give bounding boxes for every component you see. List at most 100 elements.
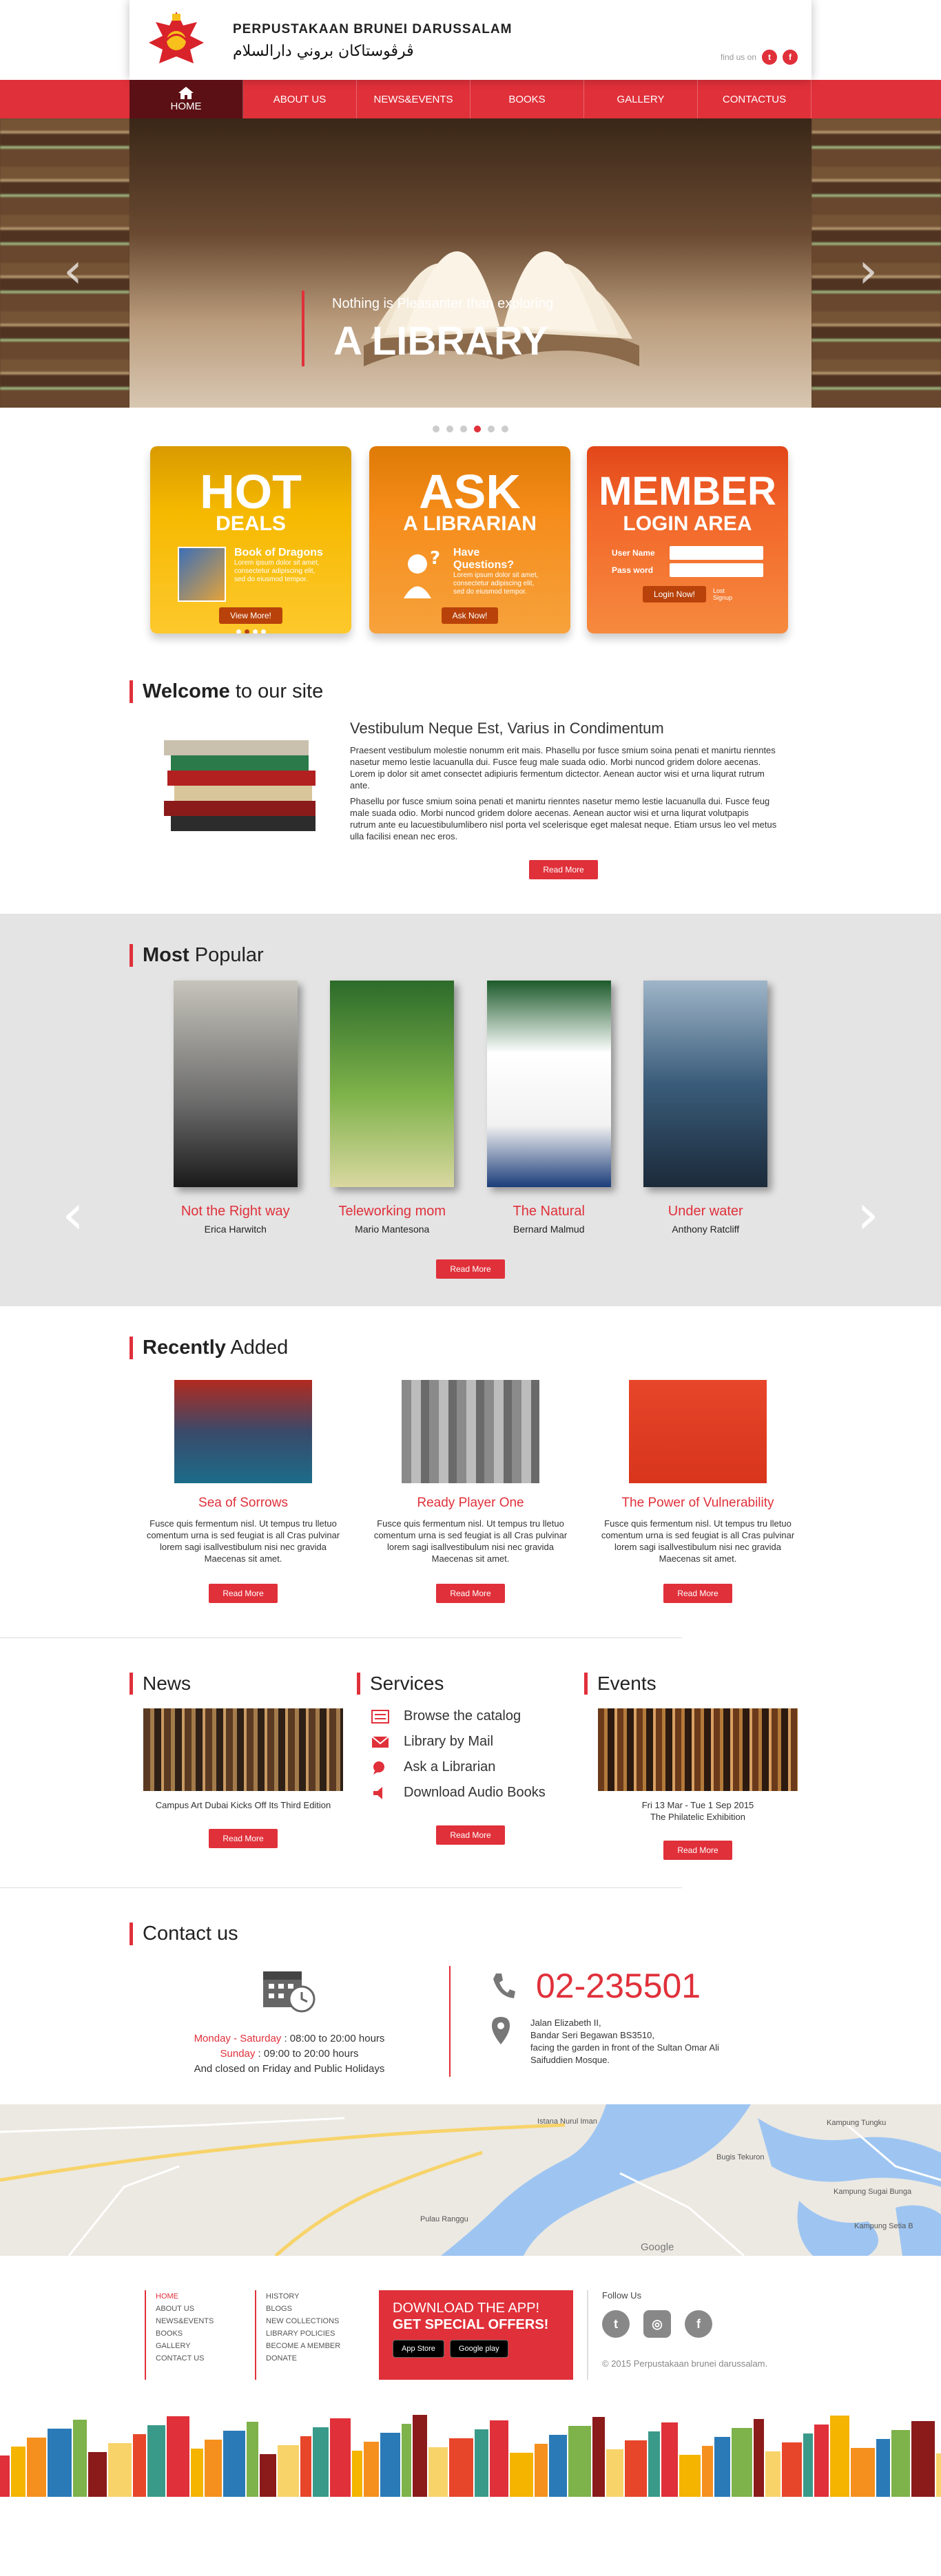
google-play-badge[interactable]: Google play: [449, 2340, 508, 2358]
facebook-icon[interactable]: f: [783, 50, 798, 65]
book-card[interactable]: Not the Right way Erica Harwitch: [167, 981, 304, 1235]
footer-link[interactable]: GALLERY: [156, 2340, 255, 2352]
book-spine: [851, 2448, 875, 2497]
nav-news-events[interactable]: NEWS&EVENTS: [357, 80, 470, 118]
footer-links-secondary: HISTORY BLOGS NEW COLLECTIONS LIBRARY PO…: [255, 2290, 365, 2380]
footer-link[interactable]: NEWS&EVENTS: [156, 2315, 255, 2327]
book-cover[interactable]: [629, 1380, 767, 1483]
book-cover[interactable]: [173, 981, 298, 1187]
footer-link[interactable]: BLOGS: [266, 2303, 365, 2315]
instagram-icon[interactable]: ◎: [643, 2310, 671, 2338]
username-label: User Name: [612, 548, 655, 558]
book-card[interactable]: Teleworking mom Mario Mantesona: [323, 981, 461, 1235]
recent-book-title[interactable]: The Power of Vulnerability: [594, 1496, 801, 1511]
book-cover[interactable]: [330, 981, 455, 1187]
nav-about-us[interactable]: ABOUT US: [243, 80, 357, 118]
lost-password-link[interactable]: Lost: [713, 587, 725, 594]
slider-dot[interactable]: [446, 426, 453, 432]
nav-books[interactable]: BOOKS: [470, 80, 584, 118]
slider-dot[interactable]: [501, 426, 508, 432]
hot-deals-box: HOT DEALS Book of Dragons Lorem ipsum do…: [150, 446, 351, 633]
app-store-badge[interactable]: App Store: [393, 2340, 444, 2358]
hot-dot[interactable]: [244, 629, 249, 633]
popular-next-arrow[interactable]: ›: [857, 1182, 879, 1246]
twitter-icon[interactable]: t: [762, 50, 777, 65]
slider-dot[interactable]: [433, 426, 440, 432]
footer-link[interactable]: DONATE: [266, 2352, 365, 2365]
facebook-icon[interactable]: f: [685, 2310, 712, 2338]
popular-prev-arrow[interactable]: ‹: [62, 1182, 84, 1246]
events-image[interactable]: [598, 1708, 798, 1791]
services-read-more-button[interactable]: Read More: [436, 1825, 505, 1845]
slider-dot[interactable]: [488, 426, 495, 432]
brunei-emblem-logo[interactable]: [142, 8, 211, 70]
recent-book-title[interactable]: Ready Player One: [367, 1496, 574, 1511]
slider-dot[interactable]: [460, 426, 467, 432]
book-cover[interactable]: [174, 1380, 312, 1483]
footer-link[interactable]: LIBRARY POLICIES: [266, 2327, 365, 2340]
book-title[interactable]: Not the Right way: [167, 1204, 304, 1219]
welcome-read-more-button[interactable]: Read More: [529, 860, 598, 879]
hot-dot[interactable]: [252, 629, 258, 633]
book-cover[interactable]: [486, 981, 611, 1187]
map-label: Pulau Ranggu: [420, 2215, 468, 2223]
footer-link[interactable]: ABOUT US: [156, 2303, 255, 2315]
signup-link[interactable]: Signup: [713, 594, 732, 601]
recent-read-more-button[interactable]: Read More: [436, 1584, 505, 1603]
footer-link[interactable]: BOOKS: [156, 2327, 255, 2340]
service-ask-librarian[interactable]: Ask a Librarian: [357, 1759, 584, 1775]
hot-dot[interactable]: [260, 629, 266, 633]
view-more-button[interactable]: View More!: [219, 607, 282, 624]
events-read-more-button[interactable]: Read More: [663, 1841, 732, 1860]
footer-link-home[interactable]: HOME: [156, 2290, 255, 2303]
hero-prev-arrow[interactable]: ‹: [63, 242, 83, 299]
login-now-button[interactable]: Login Now!: [642, 586, 706, 603]
footer-link[interactable]: NEW COLLECTIONS: [266, 2315, 365, 2327]
book-cover[interactable]: [643, 981, 768, 1187]
site-title-jawi: ڤرڤوستاكان بروني دارالسلام: [233, 43, 414, 60]
hot-dot[interactable]: [236, 629, 241, 633]
book-spine: [754, 2419, 764, 2497]
service-browse-catalog[interactable]: Browse the catalog: [357, 1708, 584, 1724]
hot-deal-book-title: Book of Dragons: [234, 547, 323, 558]
book-spine: [300, 2436, 311, 2497]
book-spine: [352, 2451, 362, 2497]
book-cover[interactable]: [402, 1380, 539, 1483]
username-input[interactable]: [670, 546, 763, 560]
popular-title-rest: Popular: [189, 944, 264, 966]
popular-read-more-button[interactable]: Read More: [436, 1259, 505, 1279]
recent-read-more-button[interactable]: Read More: [209, 1584, 278, 1603]
book-card[interactable]: Under water Anthony Ratcliff: [637, 981, 774, 1235]
map-canvas[interactable]: Istana Nurul Iman Pulau Ranggu Kampung T…: [0, 2104, 941, 2256]
book-of-dragons-cover[interactable]: [178, 547, 226, 602]
nav-home[interactable]: HOME: [130, 80, 243, 118]
location-map[interactable]: Istana Nurul Iman Pulau Ranggu Kampung T…: [0, 2104, 941, 2256]
book-title[interactable]: Under water: [637, 1204, 774, 1219]
events-caption[interactable]: Fri 13 Mar - Tue 1 Sep 2015 The Philateli…: [584, 1799, 811, 1823]
recent-book-title[interactable]: Sea of Sorrows: [140, 1496, 347, 1511]
nav-contact-us[interactable]: CONTACTUS: [698, 80, 811, 118]
ask-now-button[interactable]: Ask Now!: [441, 607, 499, 624]
nav-gallery[interactable]: GALLERY: [584, 80, 698, 118]
phone-number[interactable]: 02-235501: [536, 1966, 701, 2006]
twitter-icon[interactable]: t: [602, 2310, 630, 2338]
service-library-by-mail[interactable]: Library by Mail: [357, 1734, 584, 1750]
book-title[interactable]: The Natural: [480, 1204, 618, 1219]
news-caption[interactable]: Campus Art Dubai Kicks Off Its Third Edi…: [130, 1799, 357, 1811]
recent-read-more-button[interactable]: Read More: [663, 1584, 732, 1603]
slider-dot-active[interactable]: [474, 426, 481, 432]
footer-link[interactable]: BECOME A MEMBER: [266, 2340, 365, 2352]
book-spine: [510, 2453, 533, 2497]
password-input[interactable]: [670, 563, 763, 577]
footer-link[interactable]: HISTORY: [266, 2290, 365, 2303]
book-title[interactable]: Teleworking mom: [323, 1204, 461, 1219]
news-image[interactable]: [143, 1708, 343, 1791]
home-icon: [178, 86, 194, 99]
news-read-more-button[interactable]: Read More: [209, 1829, 278, 1848]
location-pin-icon: [492, 2017, 510, 2044]
service-audio-books[interactable]: Download Audio Books: [357, 1785, 584, 1801]
footer-link[interactable]: CONTACT US: [156, 2352, 255, 2365]
book-card[interactable]: The Natural Bernard Malmud: [480, 981, 618, 1235]
hero-next-arrow[interactable]: ›: [858, 242, 878, 299]
book-spine: [247, 2422, 258, 2497]
